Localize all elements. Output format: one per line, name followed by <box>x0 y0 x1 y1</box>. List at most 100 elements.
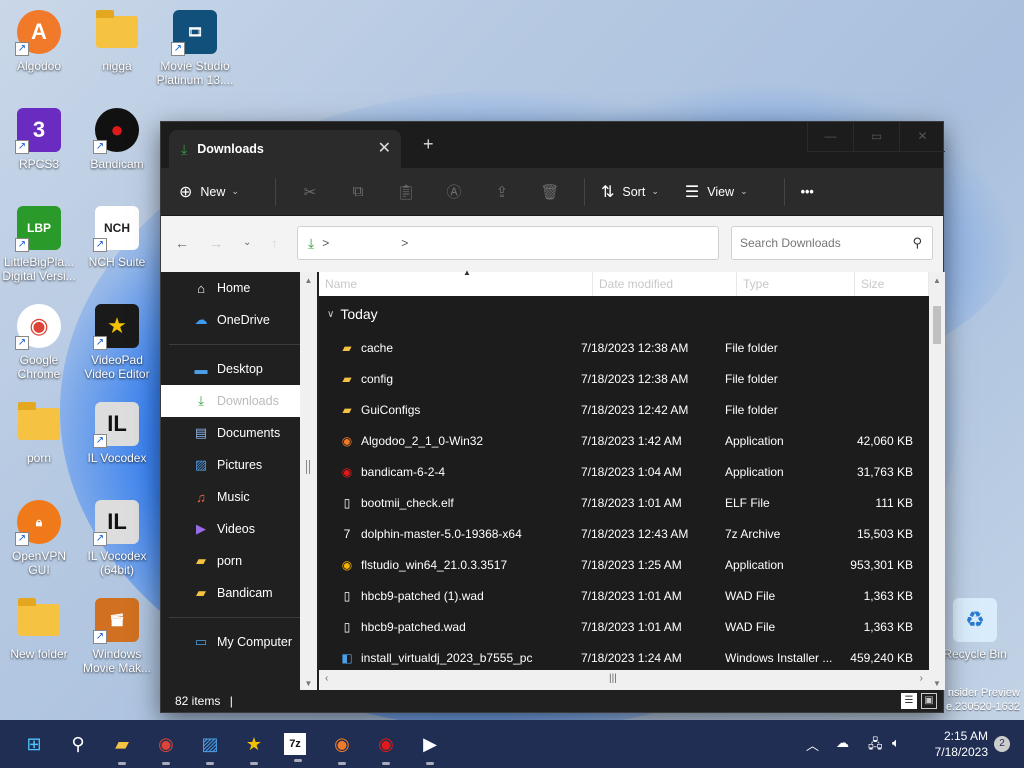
desktop-icon-bandicam[interactable]: ● ↗ Bandicam <box>78 106 156 171</box>
desktop-icon-il-vocodex-64bit[interactable]: IL ↗ IL Vocodex (64bit) <box>78 498 156 577</box>
desktop-icon-rpcs3[interactable]: 3 ↗ RPCS3 <box>0 106 78 171</box>
taskbar-videopad-icon[interactable]: ★ <box>240 730 268 765</box>
sort-label: Sort <box>622 184 646 199</box>
file-row[interactable]: ▯ bootmii_check.elf 7/18/2023 1:01 AM ELF F… <box>319 487 929 518</box>
file-row[interactable]: ◧ install_virtualdj_2023_b7555_pc 7/18/202… <box>319 642 929 673</box>
folder-icon <box>15 596 63 644</box>
sort-button[interactable]: ⇅ Sort ⌄ <box>601 182 659 202</box>
sidebar-item-onedrive[interactable]: ☁ OneDrive <box>161 304 317 336</box>
taskbar-search-icon[interactable]: ⚲ <box>64 730 92 758</box>
taskbar-media-player-icon[interactable]: ▶ <box>416 730 444 765</box>
file-name-cell: ▰ cache <box>319 341 581 355</box>
sidebar-item-downloads[interactable]: ⤓Downloads📌︎ <box>161 385 317 417</box>
tiles-view-icon[interactable]: ▣ <box>921 693 937 709</box>
desktop-icon-windows-movie-mak[interactable]: 🎬︎ ↗ Windows Movie Mak... <box>78 596 156 675</box>
horizontal-scrollbar[interactable]: ‹ ||| › <box>319 670 929 690</box>
desktop-icon-porn[interactable]: porn <box>0 400 78 465</box>
close-window-button[interactable]: ✕ <box>899 122 945 152</box>
cut-icon[interactable]: ✂ <box>286 183 334 201</box>
desktop-icon-littlebigpla-digital-versi[interactable]: LBP ↗ LittleBigPla... Digital Versi... <box>0 204 78 283</box>
recent-locations-chevron-icon[interactable]: ⌄ <box>243 237 251 248</box>
taskbar-7zip-icon[interactable]: 7z <box>284 733 306 762</box>
desktop-icon-new-folder[interactable]: New folder <box>0 596 78 661</box>
sidebar-item-porn[interactable]: ▰porn📌︎ <box>161 545 317 577</box>
column-date-modified[interactable]: Date modified <box>593 272 737 296</box>
file-row[interactable]: ▰ GuiConfigs 7/18/2023 12:42 AM File folder <box>319 394 929 425</box>
running-indicator <box>206 762 214 765</box>
divider <box>169 344 311 345</box>
desktop-icon-algodoo[interactable]: A ↗ Algodoo <box>0 8 78 73</box>
taskbar-algodoo-icon[interactable]: ◉ <box>328 730 356 765</box>
chevron-down-icon: ⌄ <box>740 186 748 196</box>
file-row[interactable]: ▯ hbcb9-patched.wad 7/18/2023 1:01 AM WAD F… <box>319 611 929 642</box>
volume-icon[interactable]: 🔈︎ <box>892 735 900 751</box>
desktop-icon-label: IL Vocodex (64bit) <box>87 549 147 577</box>
file-row[interactable]: ▰ cache 7/18/2023 12:38 AM File folder <box>319 332 929 363</box>
up-arrow-icon[interactable]: ↑ <box>271 235 278 251</box>
delete-icon[interactable]: 🗑︎ <box>526 183 574 201</box>
desktop-icon-movie-studio-platinum-13[interactable]: 🎞︎ ↗ Movie Studio Platinum 13.... <box>156 8 234 87</box>
notification-badge[interactable]: 2 <box>994 736 1010 752</box>
sidebar-item-music[interactable]: ♫Music📌︎ <box>161 481 317 513</box>
rename-icon[interactable]: Ⓐ <box>430 181 478 202</box>
desktop-icon-openvpn-gui[interactable]: 🔒︎ ↗ OpenVPN GUI <box>0 498 78 577</box>
taskbar-file-explorer-icon[interactable]: ▰ <box>108 730 136 765</box>
file-type: 7z Archive <box>725 526 781 541</box>
folder-icon: ▰ <box>196 553 206 568</box>
file-row[interactable]: ◉ Algodoo_2_1_0-Win32 7/18/2023 1:42 AM App… <box>319 425 929 456</box>
address-field[interactable]: ⤓ > > <box>297 226 719 260</box>
back-arrow-icon[interactable]: ← <box>175 235 189 251</box>
file-type: Application <box>725 433 784 448</box>
column-name[interactable]: Name <box>319 272 593 296</box>
download-icon: ⤓ <box>198 393 204 408</box>
search-input[interactable]: Search Downloads ⚲ <box>731 226 933 260</box>
more-options-button[interactable]: ••• <box>801 185 814 199</box>
sidebar-item-my-computer[interactable]: ▭ My Computer <box>161 626 317 658</box>
desktop-icon-google-chrome[interactable]: ◉ ↗ Google Chrome <box>0 302 78 381</box>
sidebar-item-pictures[interactable]: ▨Pictures📌︎ <box>161 449 317 481</box>
sidebar-item-desktop[interactable]: ▬Desktop📌︎ <box>161 353 317 385</box>
forward-arrow-icon[interactable]: → <box>209 235 223 251</box>
share-icon[interactable]: ⇪ <box>478 183 526 201</box>
taskbar-bandicam-icon[interactable]: ◉ <box>372 730 400 765</box>
copy-icon[interactable]: ⧉ <box>334 183 382 200</box>
sidebar-item-bandicam[interactable]: ▰ Bandicam <box>161 577 317 609</box>
sidebar-item-home[interactable]: ⌂ Home <box>161 272 317 304</box>
show-hidden-icons-chevron-icon[interactable]: ︿ <box>806 735 819 754</box>
column-size[interactable]: Size <box>855 272 929 296</box>
navigation-scrollbar[interactable]: ▲ ▼ <box>300 272 317 690</box>
vertical-scrollbar[interactable]: ▲ ▼ <box>929 272 945 690</box>
new-tab-button[interactable]: + <box>423 134 434 155</box>
paste-icon[interactable]: 📋︎ <box>382 183 430 201</box>
desktop-icon-videopad-video-editor[interactable]: ★ ↗ VideoPad Video Editor <box>78 302 156 381</box>
group-header-today[interactable]: ∨ Today <box>319 296 929 332</box>
breadcrumb-separator[interactable]: > <box>322 236 329 250</box>
network-icon[interactable]: 🖧︎ <box>868 735 883 757</box>
minimize-button[interactable]: — <box>807 122 853 152</box>
clock[interactable]: 2:15 AM 7/18/2023 <box>935 728 988 760</box>
desktop-icon-nch-suite[interactable]: NCH ↗ NCH Suite <box>78 204 156 269</box>
close-tab-icon[interactable]: ✕ <box>378 138 391 158</box>
sidebar-item-documents[interactable]: ▤Documents📌︎ <box>161 417 317 449</box>
breadcrumb-separator[interactable]: > <box>401 236 408 250</box>
desktop-icon-recycle-bin[interactable]: ♻ Recycle Bin <box>936 596 1014 661</box>
file-row[interactable]: ▯ hbcb9-patched (1).wad 7/18/2023 1:01 AM W… <box>319 580 929 611</box>
file-row[interactable]: ▰ config 7/18/2023 12:38 AM File folder <box>319 363 929 394</box>
details-view-icon[interactable]: ☰ <box>901 693 917 709</box>
desktop-icon-il-vocodex[interactable]: IL ↗ IL Vocodex <box>78 400 156 465</box>
onedrive-icon[interactable]: ☁ <box>836 735 849 751</box>
file-row[interactable]: ◉ flstudio_win64_21.0.3.3517 7/18/2023 1:2… <box>319 549 929 580</box>
taskbar-photos-icon[interactable]: ▨ <box>196 730 224 765</box>
view-button[interactable]: ☰ View ⌄ <box>685 182 748 202</box>
taskbar-start-icon[interactable]: ⊞ <box>20 730 48 758</box>
file-row[interactable]: 7 dolphin-master-5.0-19368-x64 7/18/2023 1… <box>319 518 929 549</box>
taskbar-chrome-icon[interactable]: ◉ <box>152 730 180 765</box>
file-row[interactable]: ◉ bandicam-6-2-4 7/18/2023 1:04 AM Applicat… <box>319 456 929 487</box>
tab-downloads[interactable]: ⤓ Downloads ✕ <box>169 130 401 168</box>
column-type[interactable]: Type <box>737 272 855 296</box>
running-indicator <box>118 762 126 765</box>
desktop-icon-nigga[interactable]: nigga <box>78 8 156 73</box>
maximize-button[interactable]: ▭ <box>853 122 899 152</box>
new-button[interactable]: ⊕ New ⌄ <box>179 182 239 202</box>
sidebar-item-videos[interactable]: ▶Videos📌︎ <box>161 513 317 545</box>
